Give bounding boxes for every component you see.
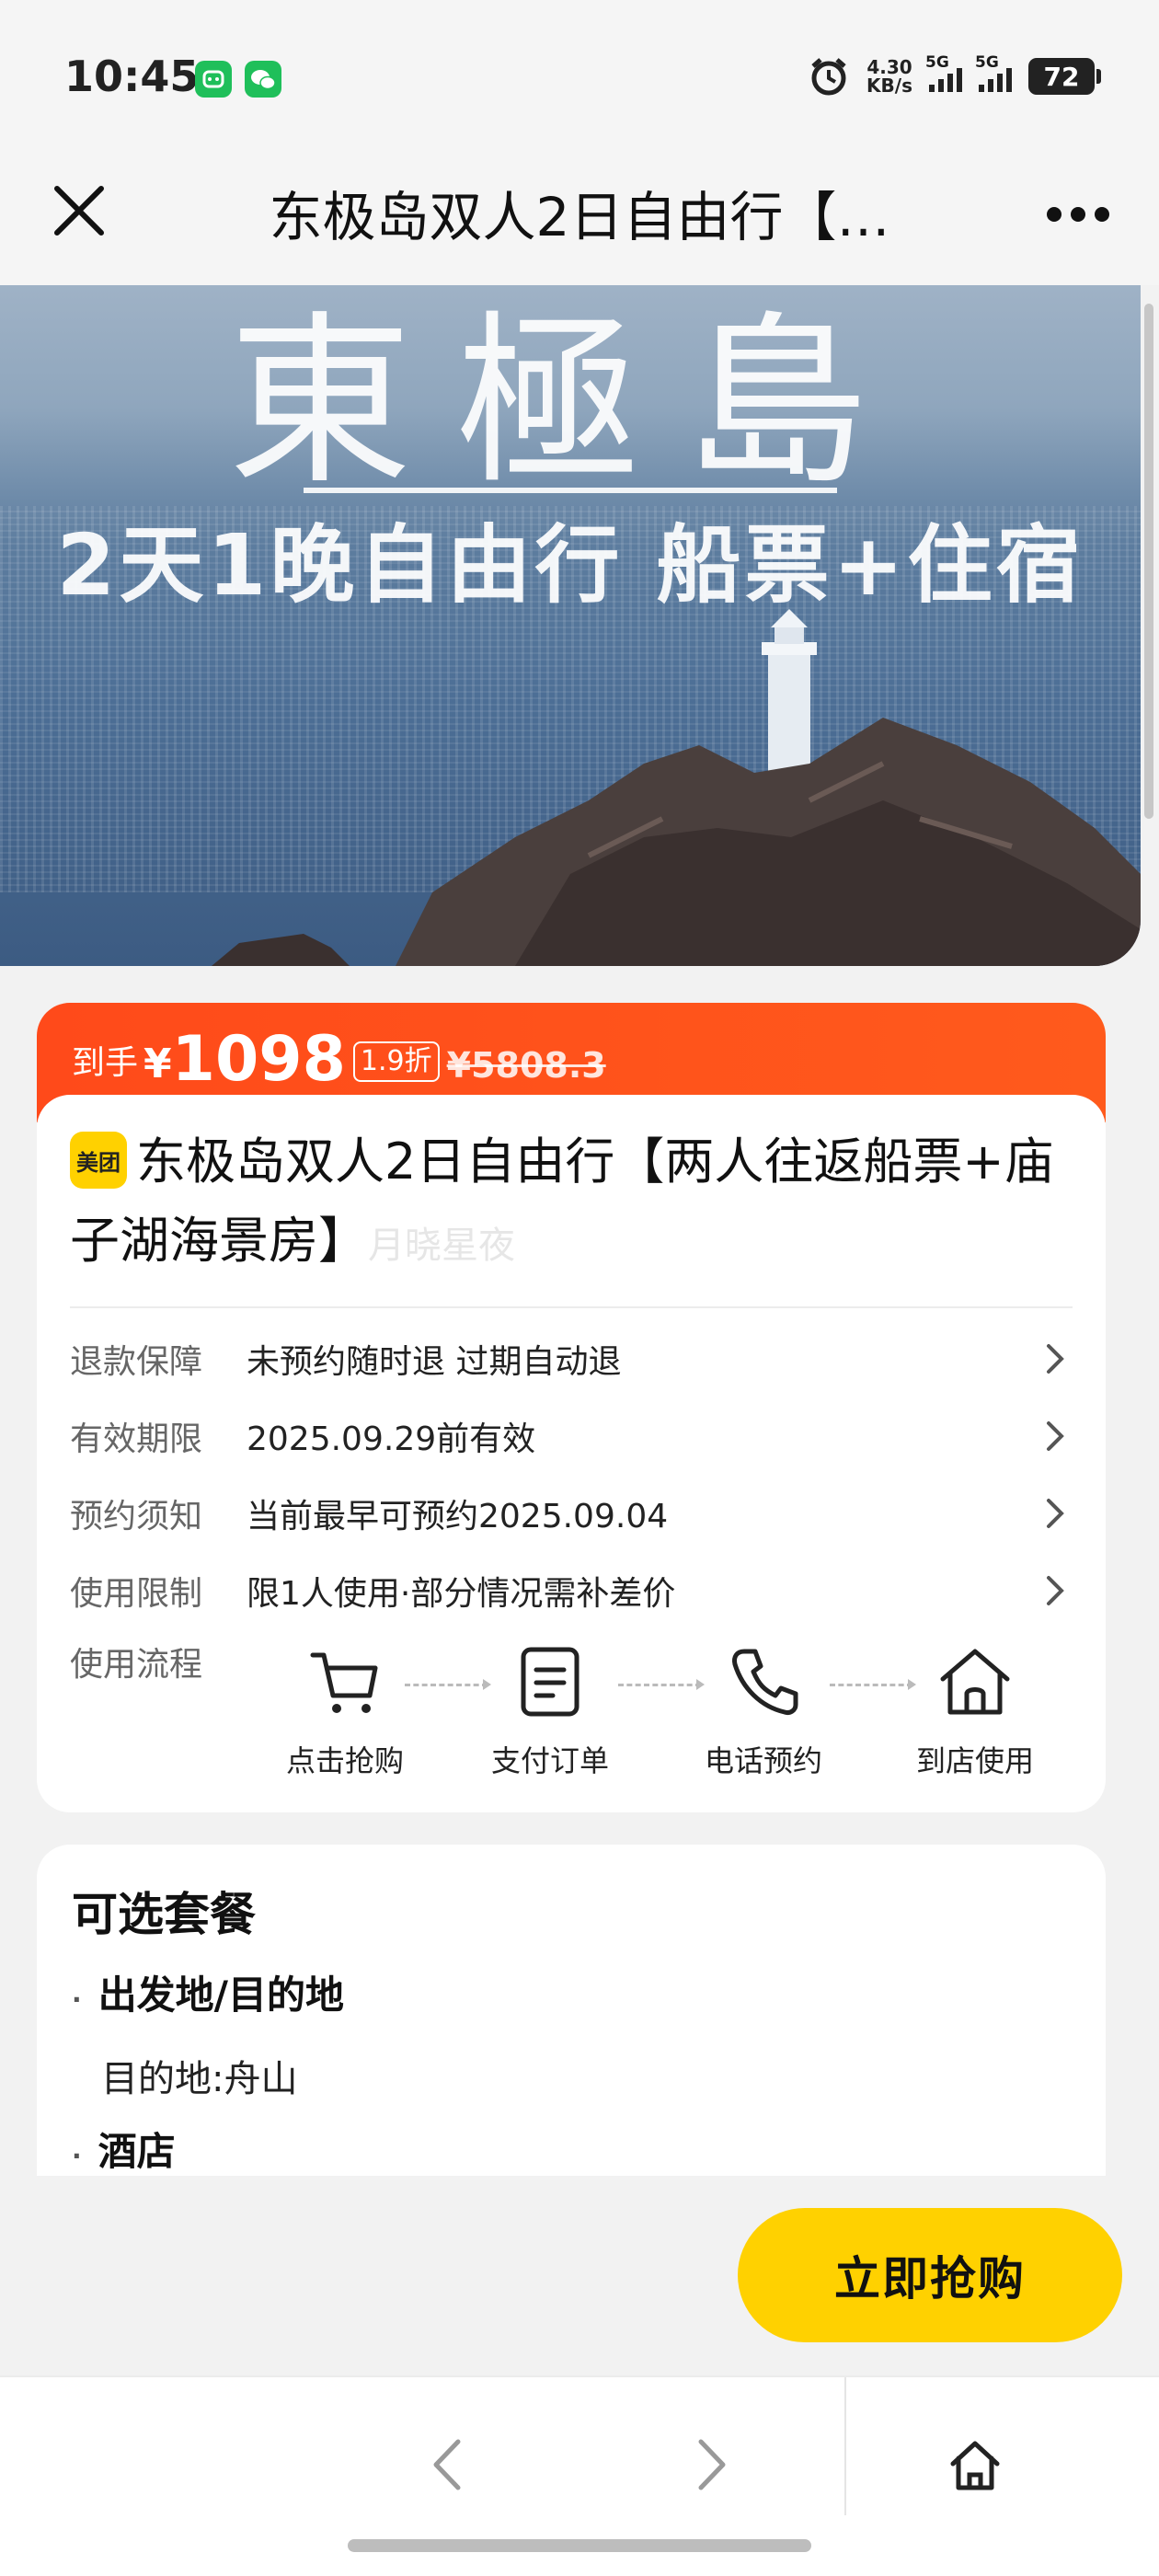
nav-separator	[844, 2377, 846, 2515]
signal-1: 5G	[925, 53, 962, 92]
home-indicator[interactable]	[348, 2539, 811, 2552]
chevron-left-icon	[433, 2439, 461, 2490]
status-time: 10:45	[64, 52, 200, 101]
home-icon	[950, 2441, 1000, 2490]
status-bar: 10:45 4.30 KB/s 5G 5G 72	[0, 0, 1159, 156]
info-row-restriction[interactable]: 使用限制 限1人使用·部分情况需补差价	[70, 1563, 1073, 1618]
chevron-right-icon	[1047, 1344, 1064, 1374]
close-button[interactable]	[48, 179, 112, 244]
more-dot-icon	[1095, 207, 1109, 222]
info-value: 限1人使用·部分情况需补差价	[247, 1575, 676, 1613]
price-row: 到手 ¥ 1098 1.9折 ¥5808.3	[72, 1021, 606, 1095]
chevron-right-icon	[698, 2439, 726, 2490]
buy-now-button[interactable]: 立即抢购	[738, 2208, 1122, 2342]
cart-icon	[310, 1652, 378, 1713]
info-value: 未预约随时退 过期自动退	[247, 1343, 622, 1381]
net-speed-value: 4.30	[866, 56, 912, 78]
price-currency: ¥	[143, 1041, 172, 1087]
info-key: 有效期限	[70, 1420, 203, 1458]
hero-title: 東極島	[227, 295, 912, 510]
phone-icon	[732, 1649, 798, 1715]
hero-divider	[304, 488, 837, 493]
info-row-refund[interactable]: 退款保障 未预约随时退 过期自动退	[70, 1331, 1073, 1386]
store-home-icon	[940, 1649, 1010, 1715]
flow-step-buy: 点击抢购	[262, 1642, 428, 1780]
app-icon	[195, 61, 232, 98]
close-icon	[54, 186, 104, 236]
info-value: 当前最早可预约2025.09.04	[247, 1498, 669, 1535]
alarm-icon	[811, 58, 846, 96]
status-indicators: 4.30 KB/s 5G 5G 72	[808, 53, 1101, 99]
hero-image[interactable]: 東極島 2天1晚自由行 船票+住宿	[0, 285, 1141, 966]
info-value: 2025.09.29前有效	[247, 1420, 536, 1458]
info-key: 使用限制	[70, 1575, 203, 1613]
more-options-button[interactable]	[1041, 191, 1115, 237]
net-speed: 4.30 KB/s	[866, 58, 912, 95]
order-document-icon	[521, 1647, 580, 1717]
hero-subtitle: 2天1晚自由行 船票+住宿	[56, 516, 1084, 615]
flow-step-label: 点击抢购	[285, 1743, 404, 1778]
watermark-text: 月晓星夜	[368, 1225, 515, 1267]
package-item-value: 目的地:舟山	[101, 2058, 298, 2100]
flow-step-label: 支付订单	[490, 1743, 609, 1778]
price-amount: 1098	[171, 1023, 346, 1096]
signal-2: 5G	[975, 53, 1012, 92]
product-title: 东极岛双人2日自由行【两人往返船票+庙子湖海景房】月晓星夜	[70, 1122, 1073, 1285]
discount-badge: 1.9折	[352, 1041, 440, 1082]
info-key: 退款保障	[70, 1343, 203, 1381]
flow-step-label: 电话预约	[704, 1743, 822, 1778]
home-button[interactable]	[947, 2432, 1003, 2497]
chevron-right-icon	[1047, 1421, 1064, 1451]
net-speed-unit: KB/s	[866, 75, 912, 97]
original-price: ¥5808.3	[446, 1045, 606, 1086]
scrollbar[interactable]	[1144, 304, 1153, 819]
more-dot-icon	[1047, 207, 1061, 222]
price-label: 到手	[72, 1044, 139, 1082]
battery-indicator: 72	[1028, 58, 1101, 95]
flow-label: 使用流程	[70, 1646, 203, 1684]
package-title: 可选套餐	[72, 1888, 256, 1941]
package-card: 可选套餐 出发地/目的地 目的地:舟山 酒店	[37, 1845, 1106, 2176]
product-card: 东极岛双人2日自由行【两人往返船票+庙子湖海景房】月晓星夜 美团 退款保障 未预…	[37, 1095, 1106, 1812]
page-title: 东极岛双人2日自由行【…	[269, 186, 890, 248]
package-item-name: 出发地/目的地	[72, 1964, 344, 2020]
wechat-icon	[245, 61, 281, 98]
back-button[interactable]	[419, 2432, 475, 2497]
package-item-name: 酒店	[72, 2121, 176, 2176]
meituan-badge: 美团	[70, 1132, 127, 1189]
divider	[70, 1306, 1073, 1308]
info-row-validity[interactable]: 有效期限 2025.09.29前有效	[70, 1409, 1073, 1464]
flow-step-call: 电话预约	[681, 1642, 846, 1780]
signal-1-label: 5G	[925, 53, 949, 72]
flow-step-visit: 到店使用	[892, 1642, 1058, 1780]
info-row-booking[interactable]: 预约须知 当前最早可预约2025.09.04	[70, 1486, 1073, 1541]
title-bar: 东极岛双人2日自由行【…	[0, 156, 1159, 285]
signal-2-label: 5G	[975, 53, 999, 72]
info-key: 预约须知	[70, 1498, 203, 1535]
forward-button[interactable]	[684, 2432, 740, 2497]
chevron-right-icon	[1047, 1576, 1064, 1605]
chevron-right-icon	[1047, 1499, 1064, 1528]
product-title-text: 东极岛双人2日自由行【两人往返船票+庙子湖海景房】	[70, 1133, 1054, 1270]
flow-step-pay: 支付订单	[467, 1642, 633, 1780]
more-dot-icon	[1071, 207, 1085, 222]
flow-step-label: 到店使用	[915, 1743, 1034, 1778]
